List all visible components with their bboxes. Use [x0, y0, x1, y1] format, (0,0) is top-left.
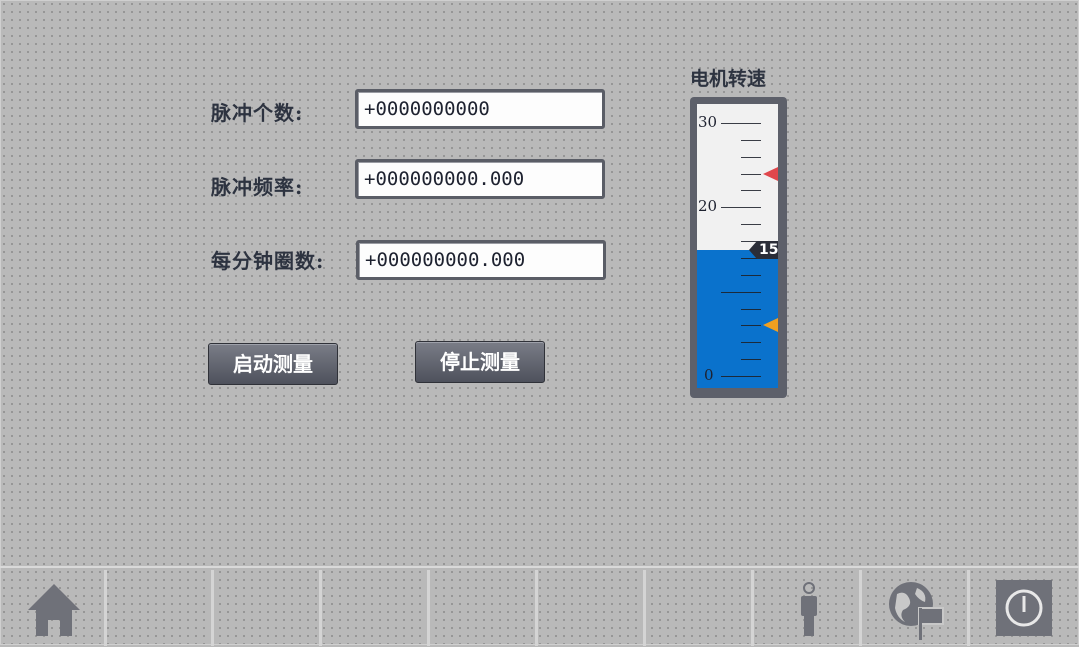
gauge-tick-label: 30 [698, 113, 718, 131]
language-icon[interactable] [887, 580, 947, 640]
gauge-tick [721, 123, 761, 124]
gauge-tick [741, 156, 761, 158]
taskbar [0, 566, 1079, 647]
pulse-frequency-field[interactable]: +000000000.000 [355, 159, 605, 199]
home-icon[interactable] [26, 582, 82, 638]
gauge-tick [741, 139, 761, 141]
user-icon[interactable] [798, 582, 820, 638]
gauge-tick [741, 224, 761, 226]
gauge-value-tag: 15 [757, 240, 778, 259]
gauge-tick [741, 173, 761, 175]
start-measure-button[interactable]: 启动测量 [208, 343, 338, 385]
gauge-tick [721, 207, 761, 209]
motor-speed-gauge: 30 20 0 15 [690, 97, 787, 398]
gauge-value-pointer-icon [749, 240, 757, 259]
taskbar-slot-7[interactable] [647, 570, 754, 646]
gauge-tick [741, 190, 761, 192]
upper-limit-marker-icon [763, 166, 778, 181]
gauge-tick [721, 376, 761, 377]
gauge-tick-label: 20 [698, 197, 718, 216]
taskbar-slot-2[interactable] [107, 570, 214, 646]
pulse-count-label: 脉冲个数: [211, 101, 304, 125]
rpm-field[interactable]: +000000000.000 [356, 240, 606, 280]
taskbar-slot-6[interactable] [539, 570, 646, 646]
power-icon[interactable] [996, 580, 1052, 636]
stop-measure-button[interactable]: 停止测量 [415, 341, 545, 383]
gauge-tick [741, 325, 761, 327]
gauge-title: 电机转速 [690, 68, 767, 90]
power-symbol [1005, 589, 1043, 627]
gauge-tick [741, 342, 761, 344]
gauge-scale: 30 20 0 15 [697, 104, 778, 388]
gauge-tick [741, 274, 761, 276]
pulse-frequency-label: 脉冲频率: [211, 175, 304, 199]
taskbar-slot-5[interactable] [431, 570, 538, 646]
gauge-tick [721, 291, 761, 293]
lower-limit-marker-icon [763, 318, 778, 333]
taskbar-slot-3[interactable] [215, 570, 322, 646]
pulse-count-field[interactable]: +0000000000 [355, 89, 605, 129]
gauge-tick-label: 0 [704, 366, 714, 384]
gauge-tick [741, 308, 761, 310]
taskbar-slot-4[interactable] [323, 570, 430, 646]
rpm-label: 每分钟圈数: [211, 249, 325, 273]
gauge-tick [741, 359, 761, 361]
